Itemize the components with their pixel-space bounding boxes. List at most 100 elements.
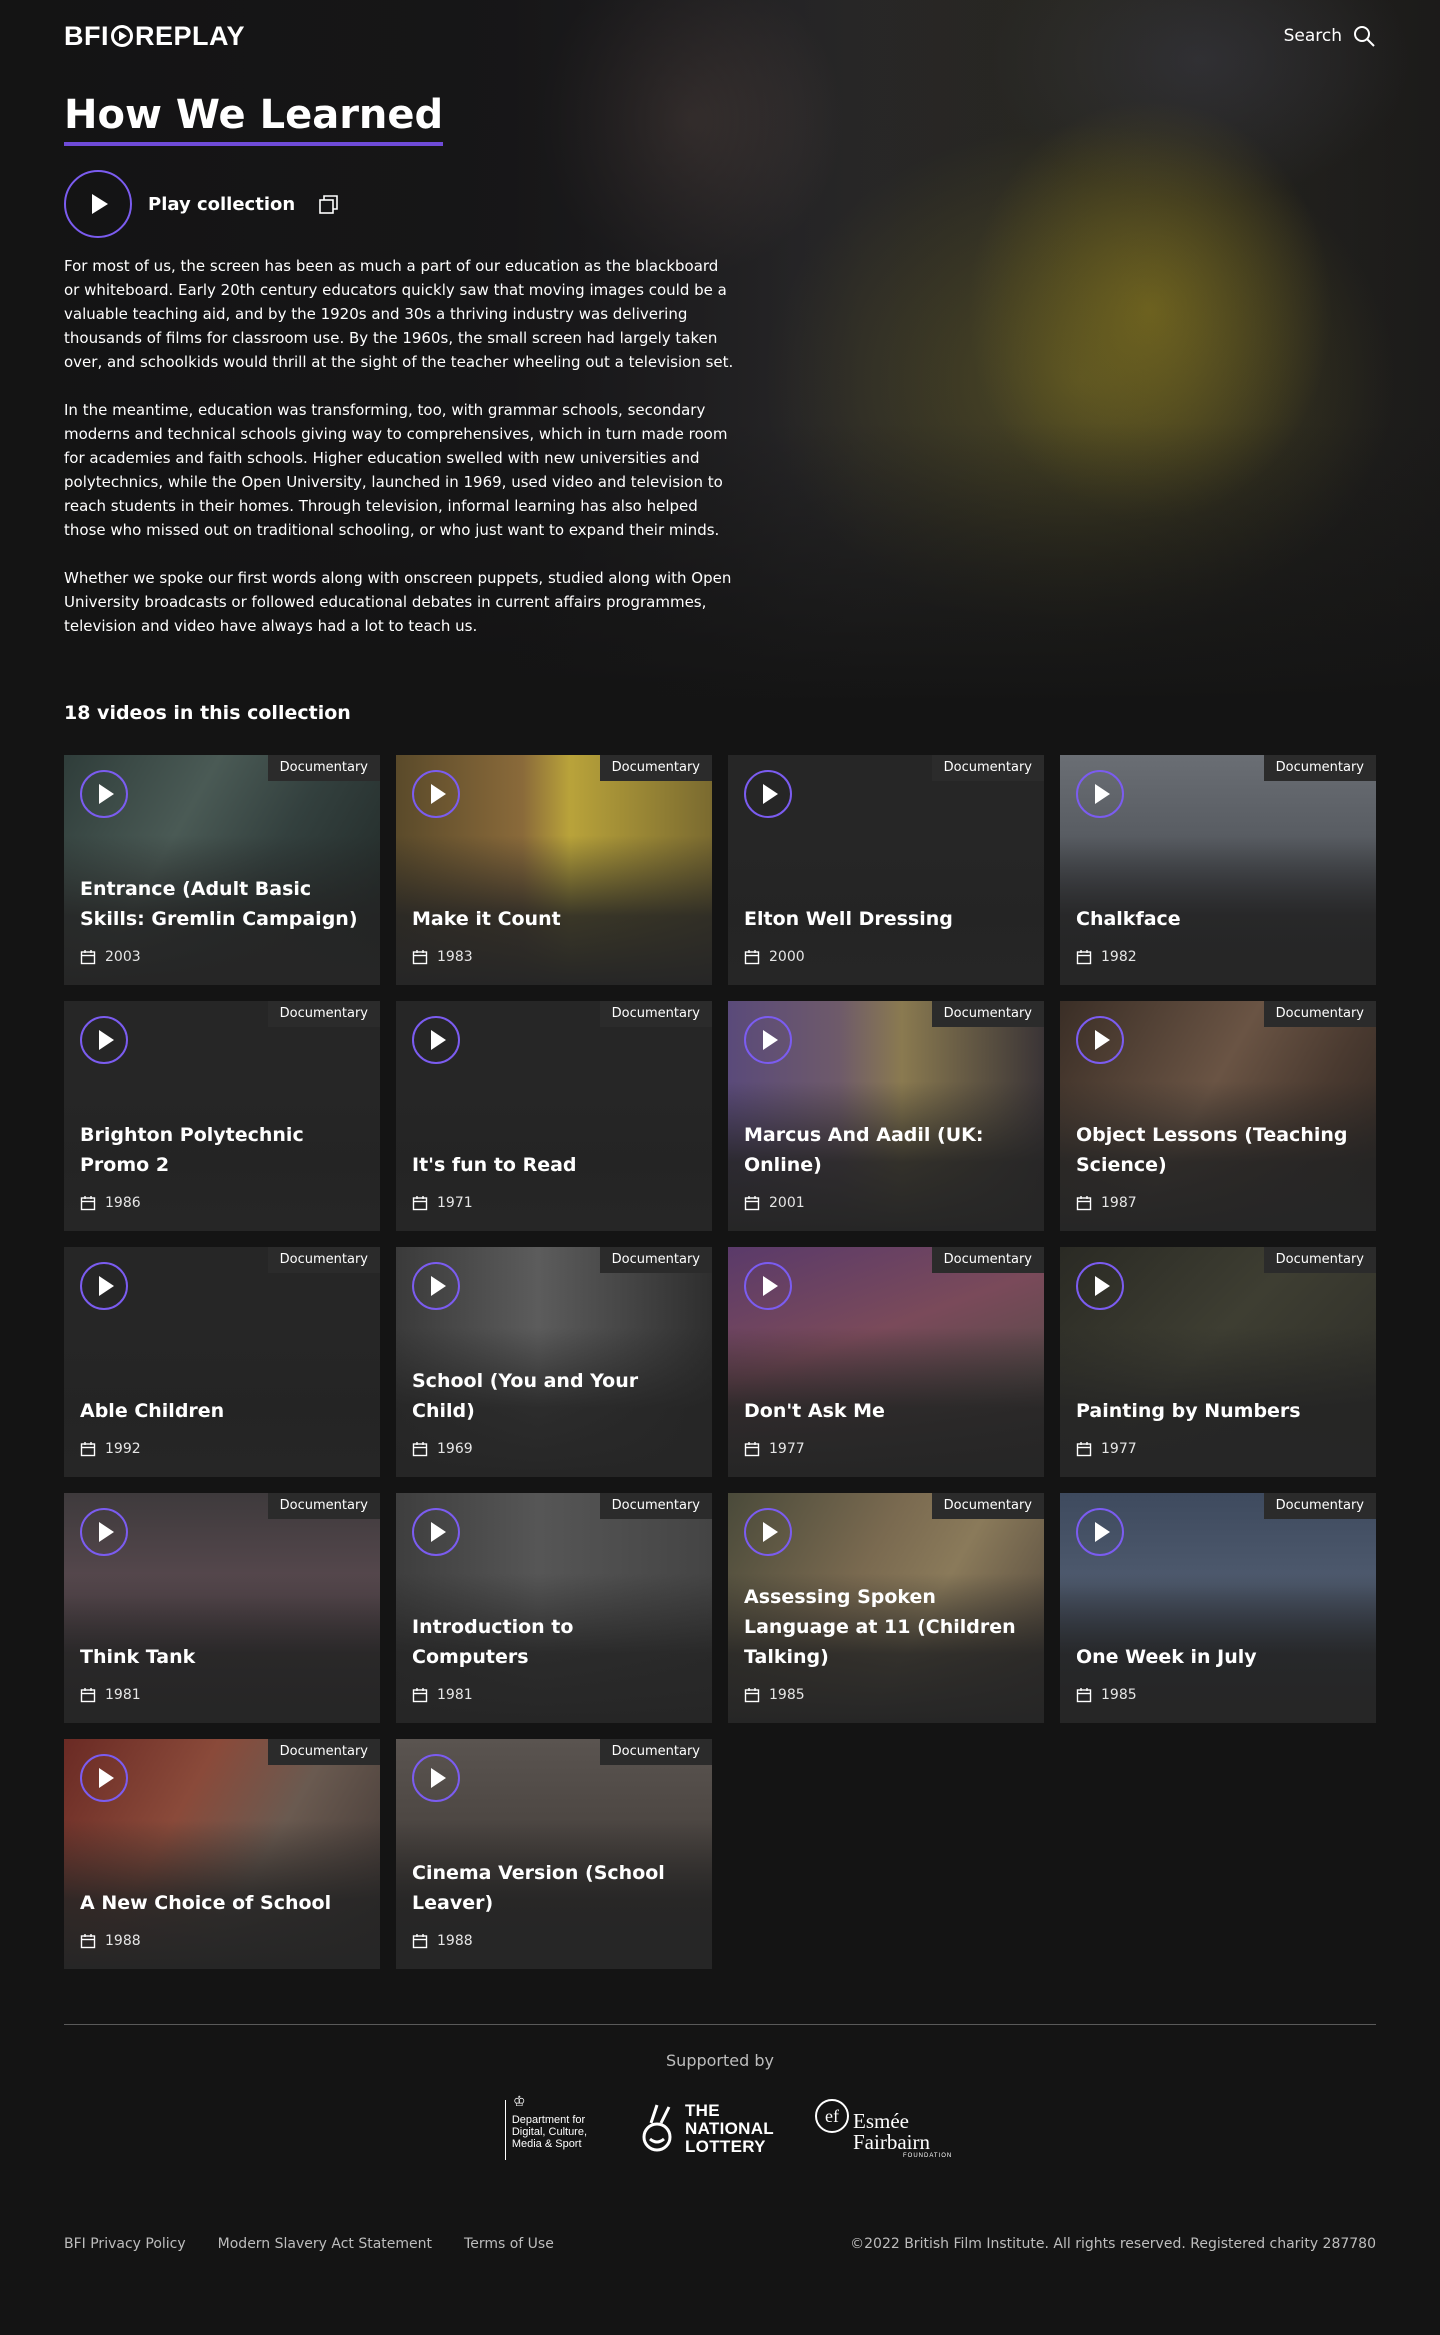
play-video-button[interactable] — [80, 1262, 128, 1310]
play-collection-label[interactable]: Play collection — [148, 194, 295, 215]
calendar-icon — [744, 1442, 760, 1457]
dcms-text: Department for Digital, Culture, Media &… — [511, 2114, 588, 2150]
play-video-button[interactable] — [744, 1262, 792, 1310]
search-button[interactable]: Search — [1284, 24, 1376, 48]
video-title[interactable]: Brighton Polytechnic Promo 2 — [80, 1120, 364, 1180]
calendar-icon — [1076, 950, 1092, 965]
video-year-value: 1981 — [437, 1687, 473, 1703]
play-video-button[interactable] — [80, 1508, 128, 1556]
play-icon — [98, 1768, 114, 1788]
national-lottery-logo[interactable]: THE NATIONAL LOTTERY — [635, 2101, 785, 2157]
esmee-line2: Fairbairn — [853, 2130, 930, 2154]
video-title[interactable]: Elton Well Dressing — [744, 904, 1028, 934]
video-title[interactable]: Object Lessons (Teaching Science) — [1076, 1120, 1360, 1180]
video-title[interactable]: Marcus And Aadil (UK: Online) — [744, 1120, 1028, 1180]
play-video-button[interactable] — [744, 1016, 792, 1064]
video-card[interactable]: Documentary School (You and Your Child) … — [396, 1247, 712, 1477]
privacy-policy-link[interactable]: BFI Privacy Policy — [64, 2236, 186, 2252]
video-title[interactable]: Painting by Numbers — [1076, 1396, 1360, 1426]
video-title[interactable]: School (You and Your Child) — [412, 1366, 696, 1426]
play-collection-button[interactable] — [64, 170, 132, 238]
video-year: 1969 — [412, 1441, 473, 1457]
video-year-value: 1988 — [105, 1933, 141, 1949]
video-card[interactable]: Documentary Chalkface 1982 — [1060, 755, 1376, 985]
video-title[interactable]: Cinema Version (School Leaver) — [412, 1858, 696, 1918]
video-title[interactable]: Entrance (Adult Basic Skills: Gremlin Ca… — [80, 874, 364, 934]
genre-badge: Documentary — [931, 1001, 1044, 1027]
play-video-button[interactable] — [412, 1016, 460, 1064]
video-year-value: 1969 — [437, 1441, 473, 1457]
video-card[interactable]: Documentary Assessing Spoken Language at… — [728, 1493, 1044, 1723]
video-year: 1987 — [1076, 1195, 1137, 1211]
play-video-button[interactable] — [1076, 1262, 1124, 1310]
video-title[interactable]: Make it Count — [412, 904, 696, 934]
video-title[interactable]: A New Choice of School — [80, 1888, 364, 1918]
bfi-replay-logo[interactable]: BFI REPLAY — [64, 21, 245, 52]
dcms-logo[interactable]: ♔ Department for Digital, Culture, Media… — [505, 2094, 605, 2164]
video-title[interactable]: Don't Ask Me — [744, 1396, 1028, 1426]
play-icon — [762, 1522, 778, 1542]
play-video-button[interactable] — [1076, 1016, 1124, 1064]
video-year-value: 1971 — [437, 1195, 473, 1211]
play-icon — [762, 1030, 778, 1050]
dcms-bar — [505, 2100, 506, 2160]
calendar-icon — [1076, 1688, 1092, 1703]
video-title[interactable]: One Week in July — [1076, 1642, 1360, 1672]
play-video-button[interactable] — [80, 770, 128, 818]
video-card[interactable]: Documentary Elton Well Dressing 2000 — [728, 755, 1044, 985]
video-card[interactable]: Documentary Painting by Numbers 1977 — [1060, 1247, 1376, 1477]
video-title[interactable]: Introduction to Computers — [412, 1612, 696, 1672]
video-title[interactable]: Chalkface — [1076, 904, 1360, 934]
genre-badge: Documentary — [599, 1493, 712, 1519]
video-card[interactable]: Documentary Don't Ask Me 1977 — [728, 1247, 1044, 1477]
video-card[interactable]: Documentary Cinema Version (School Leave… — [396, 1739, 712, 1969]
video-card[interactable]: Documentary Brighton Polytechnic Promo 2… — [64, 1001, 380, 1231]
play-video-button[interactable] — [412, 1508, 460, 1556]
play-video-button[interactable] — [744, 1508, 792, 1556]
video-card[interactable]: Documentary Think Tank 1981 — [64, 1493, 380, 1723]
video-year-value: 1992 — [105, 1441, 141, 1457]
calendar-icon — [1076, 1196, 1092, 1211]
video-year: 1985 — [1076, 1687, 1137, 1703]
search-label: Search — [1283, 26, 1342, 46]
esmee-fairbairn-logo[interactable]: ef Esmée Fairbairn FOUNDATION — [815, 2099, 952, 2159]
genre-badge: Documentary — [1263, 755, 1376, 781]
video-title[interactable]: It's fun to Read — [412, 1150, 696, 1180]
video-year: 1977 — [1076, 1441, 1137, 1457]
video-card[interactable]: Documentary Object Lessons (Teaching Sci… — [1060, 1001, 1376, 1231]
video-year-value: 1986 — [105, 1195, 141, 1211]
video-card[interactable]: Documentary A New Choice of School 1988 — [64, 1739, 380, 1969]
video-title[interactable]: Think Tank — [80, 1642, 364, 1672]
video-card[interactable]: Documentary Able Children 1992 — [64, 1247, 380, 1477]
video-count: 18 videos in this collection — [64, 702, 351, 724]
genre-badge: Documentary — [599, 1739, 712, 1765]
video-card[interactable]: Documentary Introduction to Computers 19… — [396, 1493, 712, 1723]
video-card[interactable]: Documentary One Week in July 1985 — [1060, 1493, 1376, 1723]
calendar-icon — [412, 1934, 428, 1949]
modern-slavery-link[interactable]: Modern Slavery Act Statement — [218, 2236, 432, 2252]
video-title[interactable]: Assessing Spoken Language at 11 (Childre… — [744, 1582, 1028, 1672]
play-icon — [92, 194, 108, 214]
genre-badge: Documentary — [267, 1001, 380, 1027]
play-video-button[interactable] — [80, 1754, 128, 1802]
video-card[interactable]: Documentary Marcus And Aadil (UK: Online… — [728, 1001, 1044, 1231]
video-year-value: 1983 — [437, 949, 473, 965]
video-title[interactable]: Able Children — [80, 1396, 364, 1426]
play-video-button[interactable] — [1076, 770, 1124, 818]
play-video-button[interactable] — [1076, 1508, 1124, 1556]
play-icon — [98, 1030, 114, 1050]
hero-section: BFI REPLAY Search How We Learned Play co… — [0, 0, 1440, 705]
video-year-value: 2000 — [769, 949, 805, 965]
play-video-button[interactable] — [412, 1262, 460, 1310]
play-video-button[interactable] — [744, 770, 792, 818]
video-year-value: 1977 — [1101, 1441, 1137, 1457]
play-video-button[interactable] — [412, 770, 460, 818]
play-video-button[interactable] — [80, 1016, 128, 1064]
play-video-button[interactable] — [412, 1754, 460, 1802]
video-card[interactable]: Documentary It's fun to Read 1971 — [396, 1001, 712, 1231]
video-card[interactable]: Documentary Entrance (Adult Basic Skills… — [64, 755, 380, 985]
genre-badge: Documentary — [931, 1493, 1044, 1519]
terms-of-use-link[interactable]: Terms of Use — [464, 2236, 554, 2252]
supported-by-label: Supported by — [666, 2051, 774, 2070]
video-card[interactable]: Documentary Make it Count 1983 — [396, 755, 712, 985]
